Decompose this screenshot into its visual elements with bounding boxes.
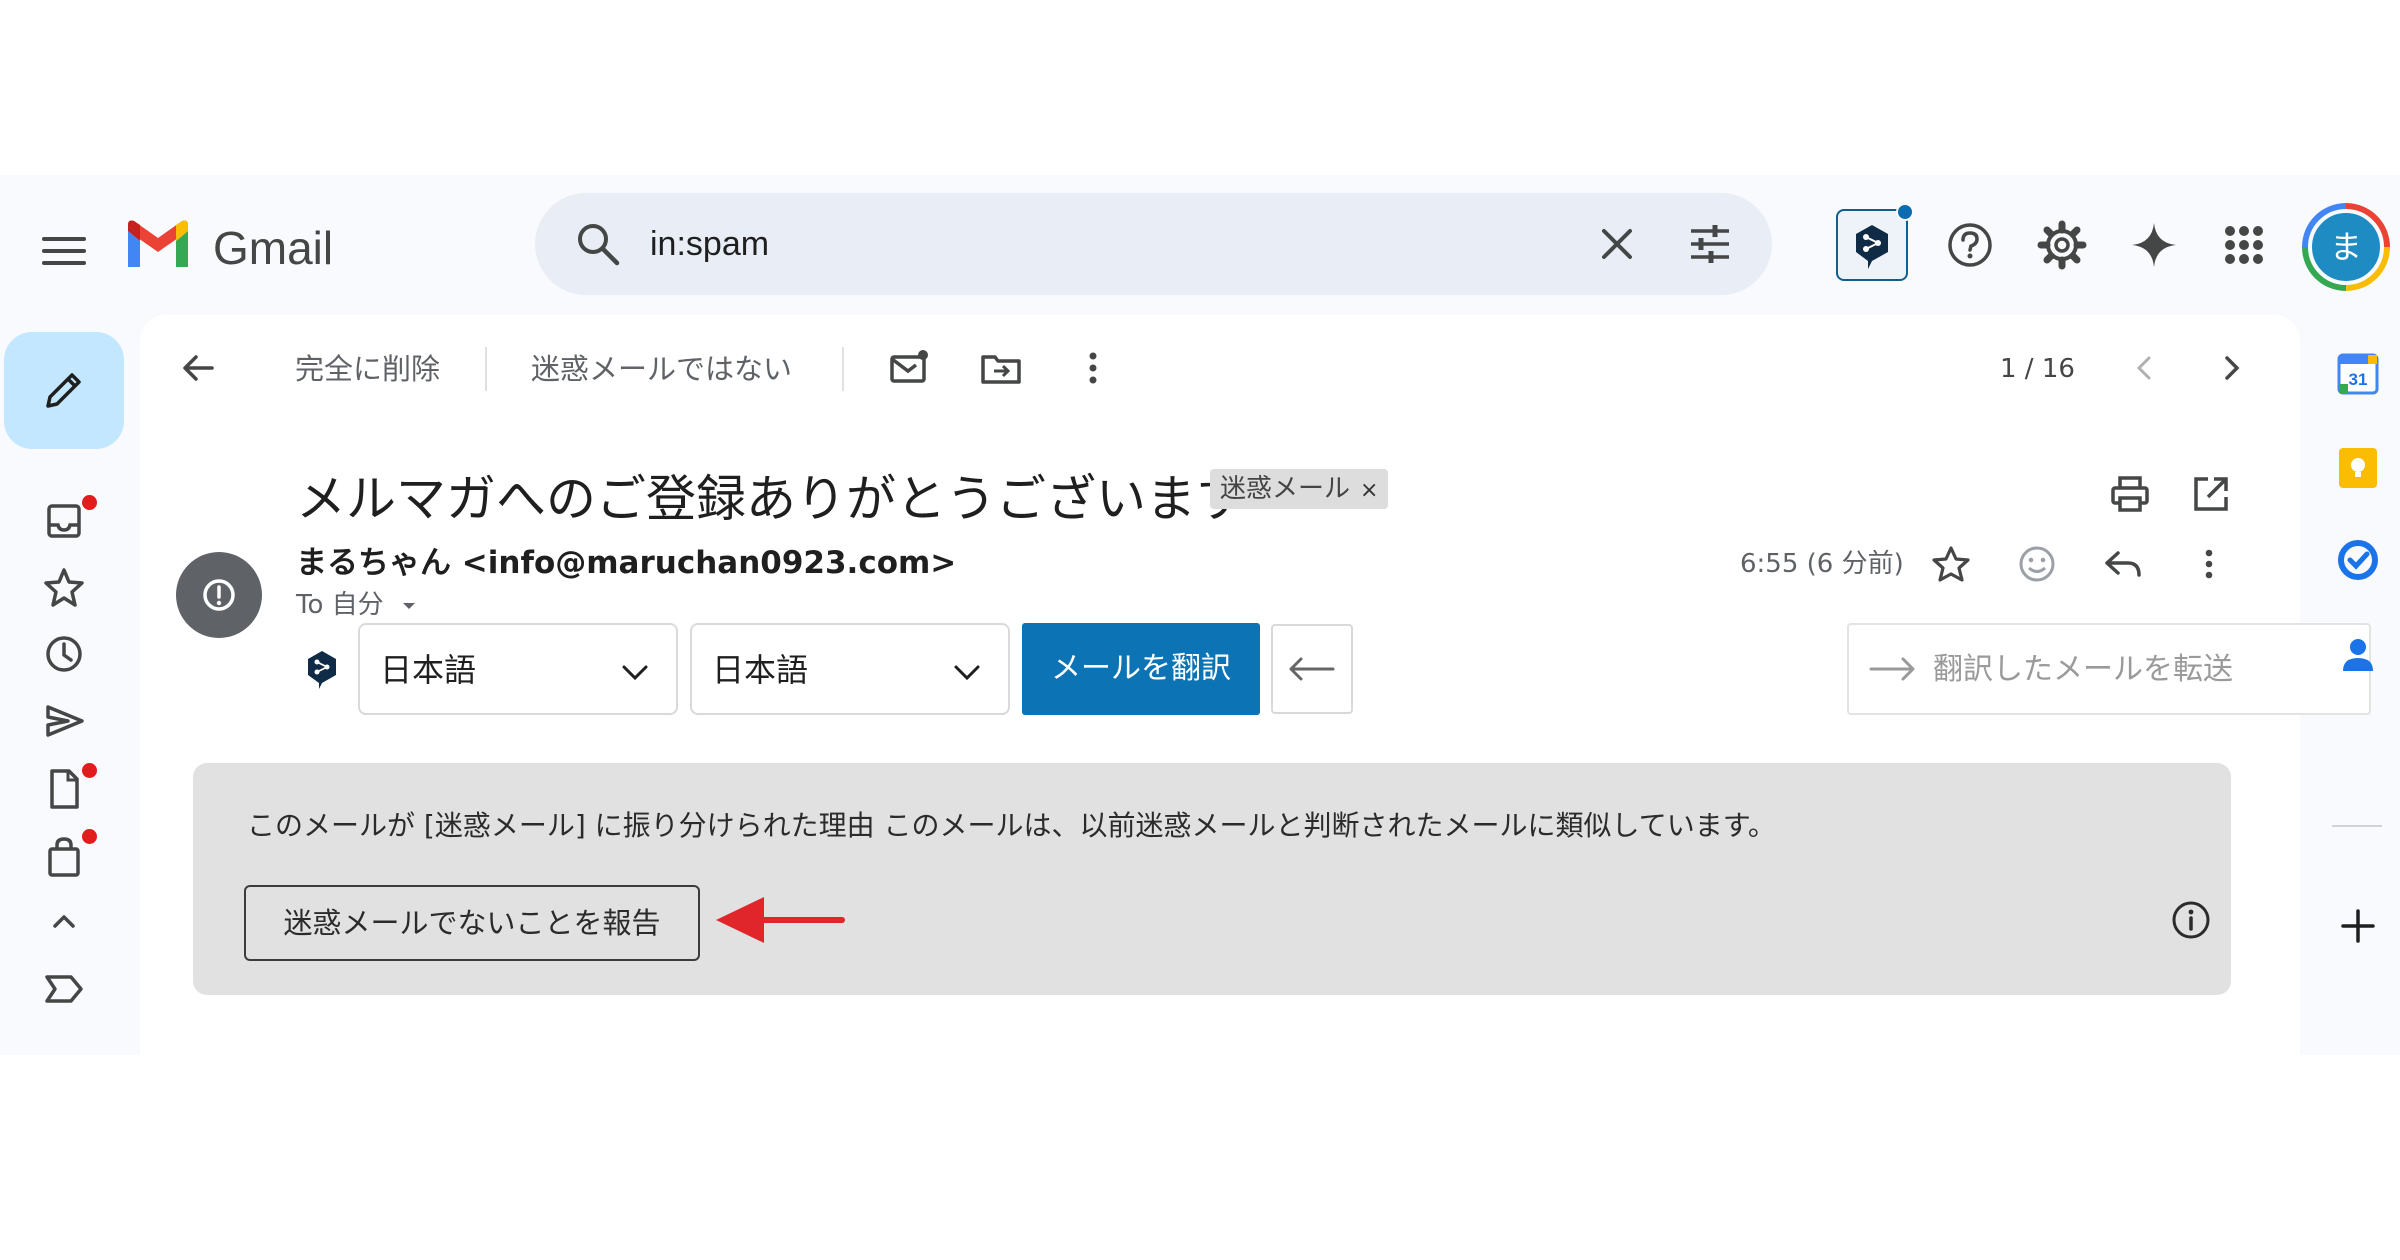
google-apps-grid-icon[interactable] [2218,219,2270,271]
label-tag-icon[interactable] [40,965,88,1013]
account-avatar[interactable]: ま [2302,203,2390,291]
compose-button[interactable] [4,332,124,449]
source-language-value: 日本語 [380,651,477,689]
spam-reason-banner: このメールが [迷惑メール] に振り分けられた理由 このメールは、以前迷惑メール… [193,763,2231,995]
arrow-left-icon [1289,657,1335,681]
gmail-logo-icon[interactable] [124,219,192,271]
help-icon[interactable] [1944,219,1996,271]
info-icon[interactable] [2170,899,2212,941]
tasks-app-icon[interactable] [2335,537,2381,583]
not-spam-button[interactable]: 迷惑メールではない [531,345,792,393]
inbox-icon[interactable] [40,495,97,545]
side-panel-divider [2332,825,2382,827]
drafts-icon[interactable] [40,763,97,813]
more-vert-icon[interactable] [1070,345,1116,391]
target-language-value: 日本語 [712,651,809,689]
search-input[interactable] [650,215,1550,273]
message-time: 6:55 (6 分前) [1740,549,1904,579]
search-bar[interactable] [535,193,1772,295]
target-language-select[interactable]: 日本語 [690,623,1010,715]
recipient-text: To 自分 [296,590,384,620]
restore-original-button[interactable] [1271,624,1353,714]
print-icon[interactable] [2107,471,2153,517]
notification-dot [1896,203,1914,221]
delete-forever-button[interactable]: 完全に削除 [295,345,440,393]
label-text: 迷惑メール [1220,474,1351,504]
calendar-day-number: 31 [2349,370,2368,389]
back-arrow-icon[interactable] [176,345,222,391]
recipient-details[interactable]: To 自分 [296,588,420,622]
screenshot-canvas: Gmail in:spam ま 完全に削除 迷惑メールではない 1 / 16 メ… [0,0,2400,1260]
main-menu-icon[interactable] [38,225,90,277]
contacts-app-icon[interactable] [2335,631,2381,677]
purchases-bag-icon[interactable] [40,829,97,881]
message-more-vert-icon[interactable] [2186,541,2232,587]
annotation-red-arrow-icon [716,897,845,943]
pencil-icon [46,373,81,408]
mark-unread-mail-icon[interactable] [886,345,932,391]
unread-dot [82,495,97,510]
remove-label-icon[interactable]: × [1360,478,1378,503]
newer-chevron-left-icon[interactable] [2122,345,2168,391]
older-chevron-right-icon[interactable] [2208,345,2254,391]
sent-icon[interactable] [40,697,88,745]
chevron-down-icon [954,665,980,681]
chevron-down-icon [622,665,648,681]
move-to-folder-icon[interactable] [978,345,1024,391]
sender-warning-avatar [176,552,262,638]
open-in-new-window-icon[interactable] [2188,471,2234,517]
email-subject: メルマガへのご登録ありがとうございます [296,470,1246,528]
sender-name[interactable]: まるちゃん <info@maruchan0923.com> [296,543,956,583]
collapse-chevron-up-icon[interactable] [40,897,88,945]
calendar-app-icon[interactable]: 31 [2335,351,2381,397]
avatar-initial: ま [2308,209,2384,285]
emoji-reaction-icon[interactable] [2014,541,2060,587]
search-icon[interactable] [573,219,623,269]
caret-down-icon[interactable] [398,595,420,617]
toolbar-divider [485,347,487,391]
reply-icon[interactable] [2100,541,2146,587]
forward-translated-button[interactable]: 翻訳したメールを転送 [1847,623,2371,715]
snoozed-clock-icon[interactable] [40,630,88,678]
keep-app-icon[interactable] [2335,445,2381,491]
unread-dot [82,829,97,844]
gmail-window: Gmail in:spam ま 完全に削除 迷惑メールではない 1 / 16 メ… [0,175,2400,1055]
unread-dot [82,763,97,778]
arrow-right-icon [1869,657,1915,681]
deepl-logo-icon [300,647,344,691]
spam-label-chip[interactable]: 迷惑メール × [1210,469,1389,509]
toolbar-divider [842,347,844,391]
source-language-select[interactable]: 日本語 [358,623,678,715]
spam-reason-text: このメールが [迷惑メール] に振り分けられた理由 このメールは、以前迷惑メール… [247,809,1776,842]
add-addon-plus-icon[interactable] [2335,903,2381,949]
gemini-sparkle-icon[interactable] [2128,219,2180,271]
translate-email-button[interactable]: メールを翻訳 [1022,623,1260,715]
deepl-extension-button[interactable] [1836,203,1914,281]
report-not-spam-button[interactable]: 迷惑メールでないことを報告 [244,885,700,961]
forward-translated-label: 翻訳したメールを転送 [1933,652,2233,687]
star-icon[interactable] [1928,541,1974,587]
deepl-icon [1856,225,1888,269]
settings-gear-icon[interactable] [2036,219,2088,271]
message-view: 完全に削除 迷惑メールではない 1 / 16 メルマガへのご登録ありがとうござい… [140,315,2371,1055]
pagination-count: 1 / 16 [2000,354,2075,384]
clear-search-icon[interactable] [1592,219,1642,269]
starred-icon[interactable] [40,563,88,611]
app-title: Gmail [213,222,334,274]
search-options-icon[interactable] [1685,219,1735,269]
warning-icon [203,579,235,611]
